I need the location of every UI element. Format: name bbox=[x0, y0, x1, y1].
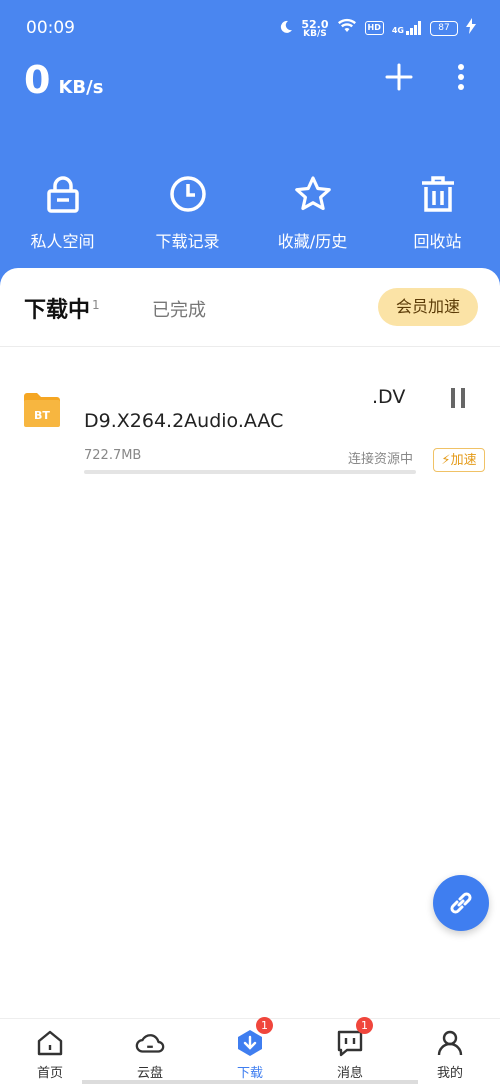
quick-action-label: 回收站 bbox=[413, 232, 462, 251]
quick-actions: 私人空间 下载记录 收藏/历史 回收站 bbox=[0, 172, 500, 252]
home-indicator bbox=[82, 1080, 418, 1084]
lock-icon bbox=[41, 172, 85, 216]
file-badge: BT bbox=[34, 409, 50, 422]
signal-icon: 4G bbox=[392, 21, 422, 35]
speed-unit: KB/s bbox=[58, 77, 104, 98]
quick-action-label: 收藏/历史 bbox=[277, 232, 348, 251]
lightning-icon: ⚡ bbox=[441, 453, 451, 468]
speed-number: 0 bbox=[24, 58, 51, 102]
quick-action-download-history[interactable]: 下载记录 bbox=[125, 172, 250, 252]
wifi-icon bbox=[337, 18, 357, 38]
moon-icon bbox=[279, 19, 293, 38]
tab-completed[interactable]: 已完成 bbox=[152, 296, 206, 322]
task-name-line1: .DV bbox=[372, 386, 406, 408]
status-bar: 00:09 52.0 KB/S HD 4G 87 bbox=[0, 0, 500, 52]
net-speed: 52.0 KB/S bbox=[301, 17, 329, 39]
nav-label: 云盘 bbox=[136, 1066, 163, 1081]
star-icon bbox=[291, 172, 335, 216]
status-time: 00:09 bbox=[26, 18, 75, 38]
tab-downloading-label: 下载中 bbox=[24, 298, 91, 323]
quick-action-label: 私人空间 bbox=[30, 232, 95, 251]
more-vertical-icon bbox=[458, 64, 464, 90]
download-panel: 下载中 1 已完成 会员加速 BT .DV D9.X264.2Audio.AAC … bbox=[0, 268, 500, 1018]
net-speed-value: 52.0 bbox=[301, 17, 329, 31]
charging-icon bbox=[466, 18, 476, 38]
task-size: 722.7MB bbox=[84, 448, 142, 463]
task-boost-button[interactable]: ⚡加速 bbox=[433, 448, 485, 472]
nav-label: 消息 bbox=[336, 1066, 363, 1081]
nav-label: 我的 bbox=[436, 1066, 463, 1081]
task-name-line2: D9.X264.2Audio.AAC bbox=[84, 410, 284, 432]
bottom-nav: 首页 云盘 1 下载 1 消息 我的 bbox=[0, 1017, 500, 1085]
download-speed: 0 KB/s bbox=[24, 58, 103, 102]
profile-icon bbox=[434, 1027, 466, 1059]
pause-button[interactable] bbox=[446, 386, 470, 410]
nav-label: 下载 bbox=[236, 1066, 263, 1081]
nav-cloud[interactable]: 云盘 bbox=[100, 1019, 200, 1085]
add-task-button[interactable] bbox=[382, 60, 416, 94]
download-tabs: 下载中 1 已完成 会员加速 bbox=[0, 268, 500, 347]
task-status: 连接资源中 bbox=[348, 452, 414, 467]
nav-download[interactable]: 1 下载 bbox=[200, 1017, 300, 1085]
cloud-icon bbox=[134, 1027, 166, 1059]
task-progress-bar bbox=[84, 470, 416, 474]
boost-label: 加速 bbox=[450, 453, 477, 468]
vip-boost-button[interactable]: 会员加速 bbox=[378, 288, 478, 326]
quick-action-recycle-bin[interactable]: 回收站 bbox=[375, 172, 500, 252]
top-actions bbox=[382, 60, 478, 94]
plus-icon bbox=[385, 63, 413, 91]
bt-file-icon: BT bbox=[22, 390, 62, 430]
nav-messages-badge: 1 bbox=[356, 1017, 373, 1034]
download-task[interactable]: BT .DV D9.X264.2Audio.AAC 722.7MB 连接资源中 … bbox=[0, 378, 500, 488]
tab-downloading-count: 1 bbox=[92, 297, 100, 312]
quick-action-label: 下载记录 bbox=[155, 232, 220, 251]
clock-icon bbox=[166, 172, 210, 216]
nav-messages[interactable]: 1 消息 bbox=[300, 1017, 400, 1085]
tab-downloading[interactable]: 下载中 1 bbox=[24, 292, 100, 324]
nav-profile[interactable]: 我的 bbox=[400, 1019, 500, 1085]
nav-download-badge: 1 bbox=[256, 1017, 273, 1034]
quick-action-private-space[interactable]: 私人空间 bbox=[0, 172, 125, 252]
hd-badge: HD bbox=[364, 21, 384, 35]
link-icon bbox=[450, 892, 472, 914]
nav-home[interactable]: 首页 bbox=[0, 1019, 100, 1085]
home-icon bbox=[34, 1027, 66, 1059]
more-menu-button[interactable] bbox=[444, 60, 478, 94]
add-link-fab[interactable] bbox=[433, 875, 489, 931]
status-icons: 52.0 KB/S HD 4G 87 bbox=[279, 18, 476, 38]
trash-icon bbox=[416, 172, 460, 216]
pause-icon bbox=[451, 388, 465, 408]
quick-action-favorites-history[interactable]: 收藏/历史 bbox=[250, 172, 375, 252]
header: 00:09 52.0 KB/S HD 4G 87 0 KB/s 私人空间 下载记… bbox=[0, 0, 500, 300]
battery-icon: 87 bbox=[430, 20, 458, 36]
nav-label: 首页 bbox=[36, 1066, 63, 1081]
network-type: 4G bbox=[391, 26, 404, 35]
net-speed-unit: KB/S bbox=[303, 28, 327, 39]
